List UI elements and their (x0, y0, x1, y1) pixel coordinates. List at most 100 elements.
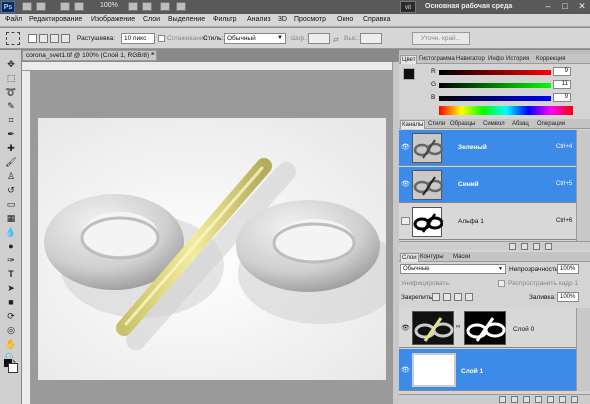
tab-layers[interactable]: Слои (400, 253, 419, 262)
layer-row-0[interactable]: 👁 ∞ Слой 0 (399, 308, 576, 348)
new-selection-icon[interactable] (28, 34, 37, 43)
channel-row-blue[interactable]: 👁 Синий Ctrl+5 (399, 167, 576, 203)
feather-input[interactable]: 10 пикс (121, 33, 155, 44)
workspace-name[interactable]: Основная рабочая среда (425, 3, 512, 10)
eye-icon[interactable]: 👁 (401, 324, 410, 332)
bridge-icon[interactable] (22, 2, 32, 11)
antialias-checkbox[interactable] (158, 35, 165, 42)
eye-icon[interactable]: 👁 (401, 180, 410, 188)
screen-mode-icon[interactable] (176, 2, 186, 11)
tab-paragraph[interactable]: Абзац (511, 120, 530, 129)
menu-file[interactable]: Файл (5, 16, 22, 23)
mini-bridge-icon[interactable] (36, 2, 46, 11)
tab-adjustments[interactable]: Коррекция (535, 55, 567, 64)
menu-filter[interactable]: Фильтр (213, 16, 237, 23)
arrange-documents-icon[interactable] (160, 2, 170, 11)
fill-input[interactable]: 100% (557, 292, 579, 302)
vertical-ruler[interactable] (22, 71, 31, 404)
style-select[interactable]: Обычный ▼ (224, 33, 286, 44)
lock-all-icon[interactable] (465, 293, 473, 301)
channel-row-green[interactable]: 👁 Зеленый Ctrl+4 (399, 130, 576, 166)
opacity-input[interactable]: 100% (557, 264, 579, 274)
3d-rotate-tool-icon[interactable]: ⟳ (4, 310, 18, 322)
width-input[interactable] (308, 33, 330, 44)
menu-edit[interactable]: Редактирование (29, 16, 82, 23)
tab-character[interactable]: Символ (482, 120, 506, 129)
tab-channels[interactable]: Каналы (400, 120, 426, 129)
clone-stamp-tool-icon[interactable]: ♙ (4, 170, 18, 182)
menu-window[interactable]: Окно (337, 16, 353, 23)
document-close-icon[interactable]: × (151, 51, 155, 58)
blur-tool-icon[interactable]: 💧 (4, 226, 18, 238)
path-selection-tool-icon[interactable]: ➤ (4, 282, 18, 294)
quick-select-tool-icon[interactable]: ✎ (4, 100, 18, 112)
brush-tool-icon[interactable]: 🖌 (4, 156, 18, 168)
history-brush-tool-icon[interactable]: ↺ (4, 184, 18, 196)
crop-tool-icon[interactable]: ⌗ (4, 114, 18, 126)
layers-scrollbar[interactable] (576, 308, 590, 391)
green-value-input[interactable]: 11 (553, 80, 571, 89)
eyedropper-tool-icon[interactable]: ✒ (4, 128, 18, 140)
blend-mode-select[interactable]: Обычные ▼ (400, 264, 506, 274)
eye-icon[interactable]: 👁 (401, 366, 410, 374)
document-tab[interactable]: corona_svet1.tif @ 100% (Слой 1, RGB/8) … (22, 50, 157, 61)
tab-masks[interactable]: Маски (452, 253, 471, 262)
layer-row-1[interactable]: 👁 Слой 1 (399, 349, 576, 391)
load-selection-icon[interactable] (509, 243, 516, 250)
menu-view[interactable]: Просмотр (294, 16, 326, 23)
delete-channel-icon[interactable] (545, 243, 552, 250)
lock-transparent-icon[interactable] (432, 293, 440, 301)
close-button[interactable]: ✕ (574, 1, 590, 13)
workspace-switcher[interactable]: vit (400, 1, 416, 13)
color-spectrum-bar[interactable] (439, 106, 573, 115)
menu-image[interactable]: Изображение (91, 16, 135, 23)
document-canvas[interactable] (38, 118, 386, 380)
lock-pixels-icon[interactable] (443, 293, 451, 301)
propagate-checkbox[interactable] (498, 280, 505, 287)
refine-edge-button[interactable]: Уточн. край... (412, 32, 470, 45)
tab-history[interactable]: История (505, 55, 530, 64)
swap-icon[interactable]: ⇄ (333, 36, 339, 44)
chain-link-icon[interactable]: ∞ (456, 324, 461, 332)
menu-help[interactable]: Справка (363, 16, 390, 23)
red-slider[interactable] (439, 70, 551, 75)
channel-row-alpha[interactable]: Альфа 1 Ctrl+6 (399, 204, 576, 240)
3d-orbit-tool-icon[interactable]: ◎ (4, 324, 18, 336)
zoom-tool-icon[interactable] (142, 2, 152, 11)
menu-layers[interactable]: Слои (143, 16, 160, 23)
add-mask-icon[interactable] (523, 396, 530, 403)
dodge-tool-icon[interactable]: ● (4, 240, 18, 252)
hand-tool-icon[interactable] (128, 2, 138, 11)
new-group-icon[interactable] (547, 396, 554, 403)
zoom-level-icon[interactable] (74, 2, 84, 11)
height-input[interactable] (360, 33, 382, 44)
zoom-level[interactable]: 100% (100, 2, 118, 9)
subtract-selection-icon[interactable] (50, 34, 59, 43)
tab-histogram[interactable]: Гистограмма (418, 55, 456, 64)
move-tool-icon[interactable]: ✥ (4, 58, 18, 70)
adjustment-layer-icon[interactable] (535, 396, 542, 403)
eye-icon[interactable]: 👁 (401, 143, 410, 151)
background-color-swatch[interactable] (8, 363, 18, 373)
color-panel-foreground-swatch[interactable] (403, 68, 415, 80)
minimize-button[interactable]: – (540, 1, 556, 13)
tab-paths[interactable]: Контуры (419, 253, 445, 262)
maximize-button[interactable]: □ (557, 1, 573, 13)
healing-brush-tool-icon[interactable]: ✚ (4, 142, 18, 154)
layer-mask-thumbnail[interactable] (464, 311, 506, 345)
tab-navigator[interactable]: Навигатор (455, 55, 486, 64)
canvas-vertical-scrollbar[interactable] (392, 62, 399, 404)
shape-tool-icon[interactable]: ■ (4, 296, 18, 308)
tab-actions[interactable]: Операции (536, 120, 566, 129)
tab-swatches[interactable]: Образцы (449, 120, 476, 129)
tab-color[interactable]: Цвет (400, 55, 418, 64)
gradient-tool-icon[interactable]: ▦ (4, 212, 18, 224)
new-channel-icon[interactable] (533, 243, 540, 250)
tab-styles[interactable]: Стили (427, 120, 446, 129)
intersect-selection-icon[interactable] (61, 34, 70, 43)
hand-tool-icon[interactable]: ✋ (4, 338, 18, 350)
lasso-tool-icon[interactable]: ➰ (4, 86, 18, 98)
menu-3d[interactable]: 3D (278, 16, 287, 23)
extras-icon[interactable] (60, 2, 70, 11)
type-tool-icon[interactable]: T (4, 268, 18, 280)
